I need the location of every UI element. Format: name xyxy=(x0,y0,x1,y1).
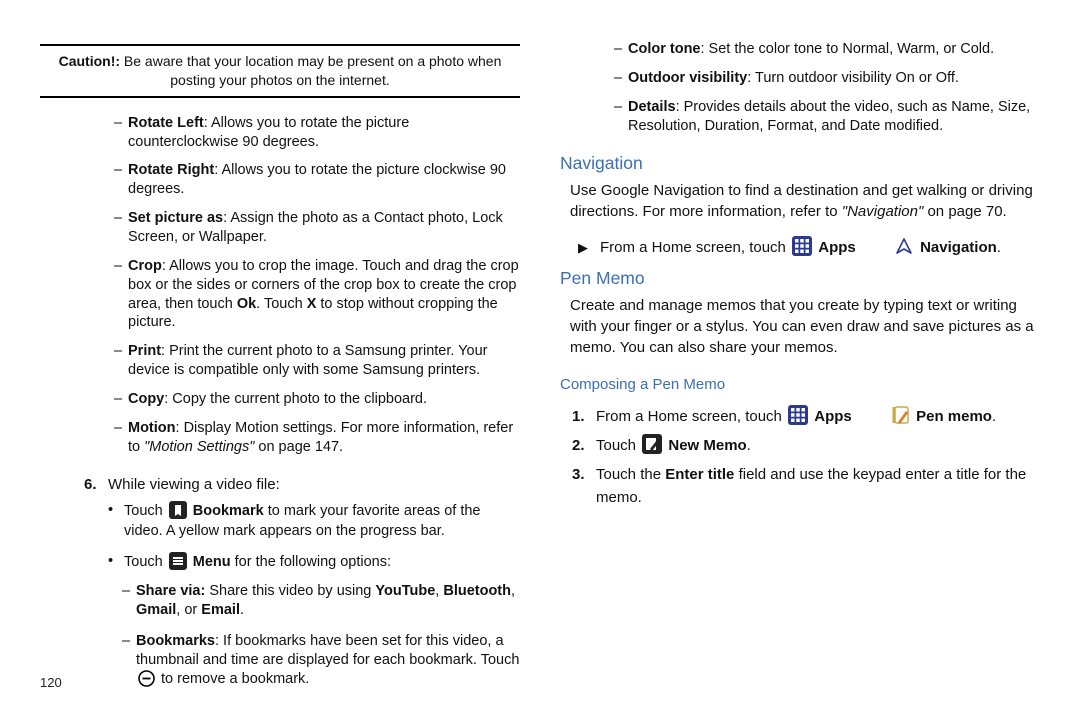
compose-step-2: 2. Touch New Memo. xyxy=(572,434,1040,457)
dash-item-bookmarks: –Bookmarks: If bookmarks have been set f… xyxy=(122,632,520,689)
caution-label: Caution!: xyxy=(59,53,120,69)
dash-list-video-details: –Color tone: Set the color tone to Norma… xyxy=(614,40,1040,145)
compose-step-3: 3. Touch the Enter title field and use t… xyxy=(572,463,1040,510)
bullet-list-video: • Touch Bookmark to mark your favorite a… xyxy=(108,501,520,582)
dash-item-color-tone: –Color tone: Set the color tone to Norma… xyxy=(614,40,1040,59)
step-6: 6. While viewing a video file: xyxy=(84,474,520,495)
triangle-bullet-icon: ▶ xyxy=(578,238,600,258)
dash-item-copy: –Copy: Copy the current photo to the cli… xyxy=(114,390,520,409)
dash-item-motion: –Motion: Display Motion settings. For mo… xyxy=(114,419,520,457)
dash-item-crop: –Crop: Allows you to crop the image. Tou… xyxy=(114,257,520,332)
menu-icon xyxy=(169,552,187,570)
bullet-bookmark: • Touch Bookmark to mark your favorite a… xyxy=(108,501,520,541)
dash-item-print: –Print: Print the current photo to a Sam… xyxy=(114,342,520,380)
page: Caution!: Be aware that your location ma… xyxy=(0,0,1080,720)
navigation-paragraph: Use Google Navigation to find a destinat… xyxy=(570,180,1040,222)
dash-list-video-menu: –Share via: Share this video by using Yo… xyxy=(122,582,520,700)
dash-item-set-picture-as: –Set picture as: Assign the photo as a C… xyxy=(114,209,520,247)
dash-item-rotate-right: –Rotate Right: Allows you to rotate the … xyxy=(114,161,520,199)
dash-item-outdoor: –Outdoor visibility: Turn outdoor visibi… xyxy=(614,69,1040,88)
heading-navigation: Navigation xyxy=(560,153,1040,174)
page-number: 120 xyxy=(40,675,62,690)
left-column: Caution!: Be aware that your location ma… xyxy=(40,40,540,690)
heading-pen-memo: Pen Memo xyxy=(560,268,1040,289)
dash-item-share-via: –Share via: Share this video by using Yo… xyxy=(122,582,520,620)
apps-grid-icon xyxy=(788,405,808,425)
dash-item-details: –Details: Provides details about the vid… xyxy=(614,98,1040,136)
pen-memo-paragraph: Create and manage memos that you create … xyxy=(570,295,1040,358)
dash-item-rotate-left: –Rotate Left: Allows you to rotate the p… xyxy=(114,114,520,152)
new-memo-icon xyxy=(642,434,662,454)
bullet-menu: • Touch Menu for the following options: xyxy=(108,552,520,573)
compose-step-1: 1. From a Home screen, touch Apps Pen me… xyxy=(572,405,1040,428)
bookmark-icon xyxy=(169,501,187,519)
dash-list-photo-options: –Rotate Left: Allows you to rotate the p… xyxy=(114,114,520,467)
navigation-arrow-icon xyxy=(894,236,914,256)
caution-box: Caution!: Be aware that your location ma… xyxy=(40,44,520,98)
apps-grid-icon xyxy=(792,236,812,256)
subheading-composing: Composing a Pen Memo xyxy=(560,376,1040,393)
pen-memo-icon xyxy=(890,405,910,425)
right-column: –Color tone: Set the color tone to Norma… xyxy=(540,40,1040,690)
navigation-step: ▶ From a Home screen, touch Apps Navigat… xyxy=(578,236,1040,259)
caution-text: Be aware that your location may be prese… xyxy=(124,53,501,88)
remove-bookmark-icon xyxy=(138,670,155,687)
